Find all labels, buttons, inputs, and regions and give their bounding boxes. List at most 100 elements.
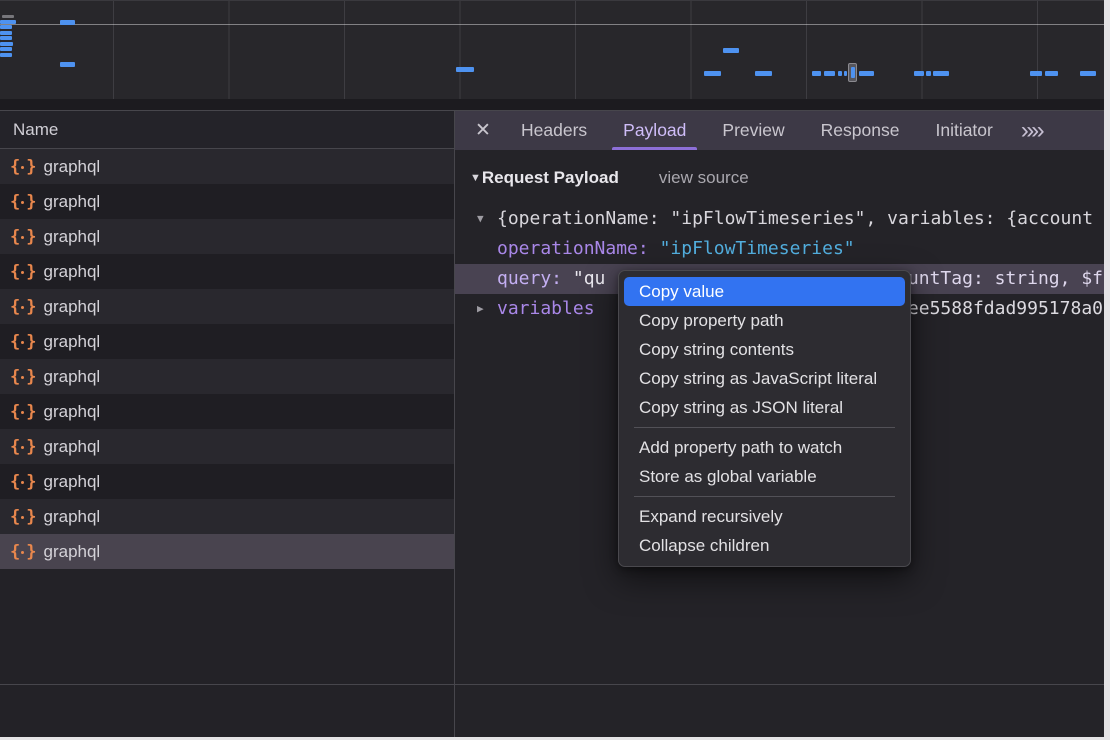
overview-request-bar xyxy=(0,31,12,35)
tab-initiator[interactable]: Initiator xyxy=(924,111,1003,150)
footer-divider xyxy=(0,684,1104,685)
request-name: graphql xyxy=(44,332,101,352)
request-row[interactable]: {} graphql xyxy=(0,464,454,499)
menu-item-add-property-path-to-watch[interactable]: Add property path to watch xyxy=(624,433,905,462)
json-braces-icon: {} xyxy=(10,402,35,422)
request-row[interactable]: {} graphql xyxy=(0,184,454,219)
menu-item-expand-recursively[interactable]: Expand recursively xyxy=(624,502,905,531)
overview-request-bar xyxy=(456,67,474,72)
tab-payload[interactable]: Payload xyxy=(612,111,697,150)
json-braces-icon: {} xyxy=(10,507,35,527)
request-row[interactable]: {} graphql xyxy=(0,219,454,254)
overview-request-bar xyxy=(723,48,739,53)
request-name: graphql xyxy=(44,402,101,422)
overview-request-bar xyxy=(0,25,12,29)
payload-root-row[interactable]: ▼ {operationName: "ipFlowTimeseries", var… xyxy=(455,204,1104,234)
request-payload-section-header: ▼ Request Payload view source xyxy=(470,165,1104,191)
request-name: graphql xyxy=(44,507,101,527)
menu-item-collapse-children[interactable]: Collapse children xyxy=(624,531,905,560)
menu-item-copy-property-path[interactable]: Copy property path xyxy=(624,306,905,335)
tab-preview[interactable]: Preview xyxy=(711,111,795,150)
request-name: graphql xyxy=(44,262,101,282)
menu-item-copy-string-as-json-literal[interactable]: Copy string as JSON literal xyxy=(624,393,905,422)
overview-selected-request-marker xyxy=(848,63,857,82)
collapse-triangle-icon[interactable]: ▼ xyxy=(477,204,484,234)
json-braces-icon: {} xyxy=(10,472,35,492)
overview-request-bar xyxy=(2,15,14,18)
overview-request-bar xyxy=(0,47,12,51)
tab-headers[interactable]: Headers xyxy=(510,111,598,150)
request-name: graphql xyxy=(44,367,101,387)
json-braces-icon: {} xyxy=(10,227,35,247)
context-menu: Copy valueCopy property pathCopy string … xyxy=(618,270,911,567)
overview-request-bar xyxy=(1030,71,1042,76)
property-value: "ipFlowTimeseries" xyxy=(660,238,855,259)
request-name: graphql xyxy=(44,192,101,212)
overview-request-bar xyxy=(755,71,772,76)
request-row[interactable]: {} graphql xyxy=(0,394,454,429)
detail-tab-bar: ✕ Headers Payload Preview Response Initiator… xyxy=(455,111,1104,150)
menu-separator xyxy=(634,427,895,428)
overview-request-bar xyxy=(824,71,835,76)
tab-response[interactable]: Response xyxy=(810,111,911,150)
request-row[interactable]: {} graphql xyxy=(0,149,454,184)
overview-request-bar xyxy=(0,36,12,40)
json-braces-icon: {} xyxy=(10,262,35,282)
property-key: query: xyxy=(497,268,573,289)
json-braces-icon: {} xyxy=(10,367,35,387)
property-key: variables xyxy=(497,298,595,319)
name-column-header[interactable]: Name xyxy=(0,111,454,149)
property-key: operationName: xyxy=(497,238,660,259)
name-column-label: Name xyxy=(13,120,58,140)
menu-item-copy-string-as-javascript-literal[interactable]: Copy string as JavaScript literal xyxy=(624,364,905,393)
view-source-link[interactable]: view source xyxy=(659,168,749,188)
request-name: graphql xyxy=(44,472,101,492)
payload-root-preview: {operationName: "ipFlowTimeseries", vari… xyxy=(497,208,1093,229)
overview-request-bar xyxy=(0,53,12,57)
menu-item-store-as-global-variable[interactable]: Store as global variable xyxy=(624,462,905,491)
request-list-panel: Name {} graphql {} graphql {} graphql {}… xyxy=(0,110,455,737)
request-name: graphql xyxy=(44,297,101,317)
overview-request-bar xyxy=(704,71,721,76)
overview-horizontal-gridline xyxy=(0,24,1104,25)
menu-item-copy-value[interactable]: Copy value xyxy=(624,277,905,306)
expand-triangle-icon[interactable]: ▶ xyxy=(477,294,484,324)
overview-request-bar xyxy=(0,20,16,24)
menu-item-copy-string-contents[interactable]: Copy string contents xyxy=(624,335,905,364)
devtools-window: Name {} graphql {} graphql {} graphql {}… xyxy=(0,0,1104,737)
overview-gridlines xyxy=(0,1,1104,99)
overview-request-bar xyxy=(933,71,949,76)
request-name: graphql xyxy=(44,542,101,562)
request-row[interactable]: {} graphql xyxy=(0,324,454,359)
property-value: "qu xyxy=(573,268,606,289)
request-row[interactable]: {} graphql xyxy=(0,534,454,569)
json-braces-icon: {} xyxy=(10,332,35,352)
request-name: graphql xyxy=(44,157,101,177)
close-icon[interactable]: ✕ xyxy=(469,119,497,142)
overview-request-bar xyxy=(60,62,75,67)
overview-request-bar xyxy=(1080,71,1096,76)
section-collapse-icon[interactable]: ▼ xyxy=(470,172,481,184)
request-rows: {} graphql {} graphql {} graphql {} grap… xyxy=(0,149,454,569)
json-braces-icon: {} xyxy=(10,542,35,562)
json-braces-icon: {} xyxy=(10,192,35,212)
operation-name-row[interactable]: operationName: "ipFlowTimeseries" xyxy=(455,234,1104,264)
request-name: graphql xyxy=(44,227,101,247)
json-braces-icon: {} xyxy=(10,157,35,177)
overview-request-bar xyxy=(914,71,924,76)
overview-request-bar xyxy=(844,71,847,76)
section-title: Request Payload xyxy=(482,168,619,188)
request-row[interactable]: {} graphql xyxy=(0,499,454,534)
request-row[interactable]: {} graphql xyxy=(0,359,454,394)
json-braces-icon: {} xyxy=(10,437,35,457)
json-braces-icon: {} xyxy=(10,297,35,317)
detail-tabs: Headers Payload Preview Response Initiator xyxy=(503,111,1011,150)
network-overview-timeline[interactable] xyxy=(0,0,1104,110)
overview-request-bar xyxy=(926,71,931,76)
more-tabs-icon[interactable]: »» xyxy=(1021,117,1042,145)
menu-separator xyxy=(634,496,895,497)
request-row[interactable]: {} graphql xyxy=(0,429,454,464)
request-row[interactable]: {} graphql xyxy=(0,289,454,324)
variables-value-overflow-fragment: ee5588fdad995178a0 xyxy=(908,294,1103,324)
request-row[interactable]: {} graphql xyxy=(0,254,454,289)
